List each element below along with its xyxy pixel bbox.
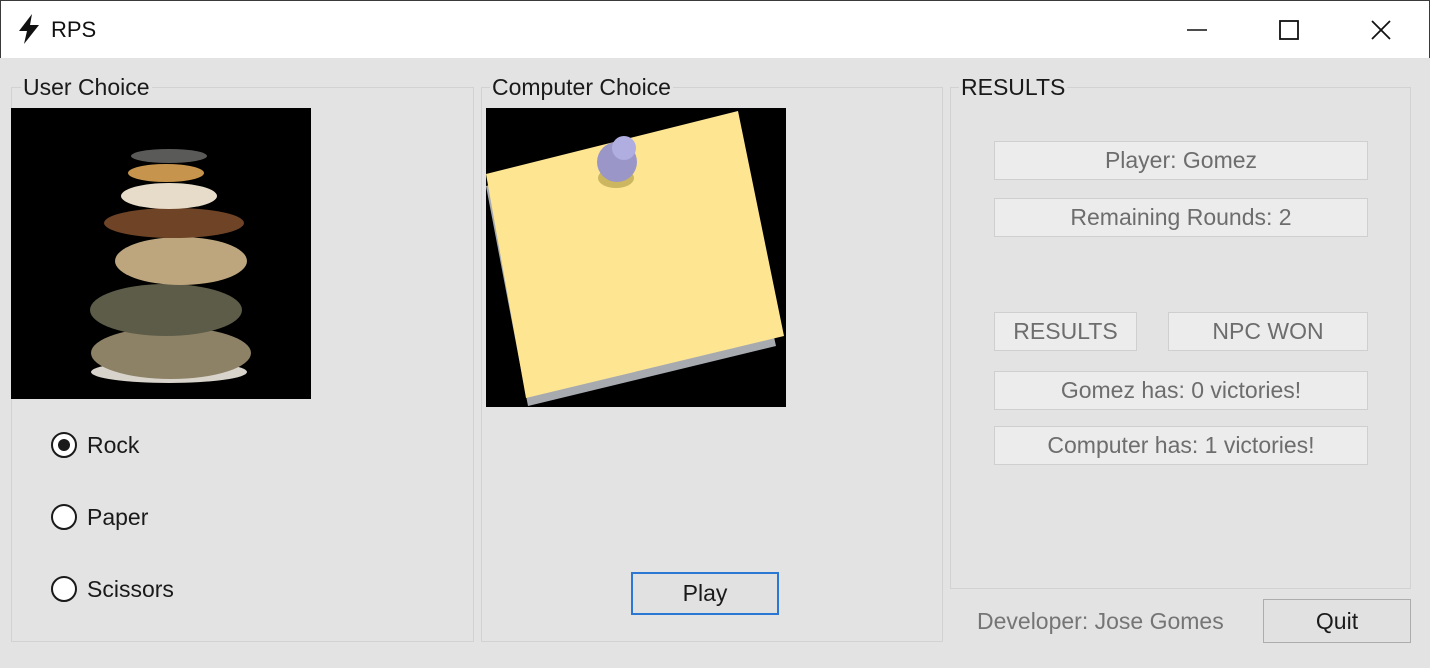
radio-scissors-label: Scissors: [87, 575, 174, 602]
maximize-button[interactable]: [1243, 1, 1335, 59]
window-title: RPS: [51, 17, 97, 42]
player-name-field: Player: Gomez: [994, 141, 1368, 180]
radio-rock-indicator[interactable]: [51, 432, 77, 458]
radio-scissors[interactable]: Scissors: [51, 572, 174, 606]
radio-rock[interactable]: Rock: [51, 428, 139, 462]
close-button[interactable]: [1335, 1, 1427, 59]
maximize-icon: [1279, 20, 1299, 40]
outcome-field: NPC WON: [1168, 312, 1368, 351]
computer-choice-label: Computer Choice: [490, 74, 673, 101]
minimize-button[interactable]: [1151, 1, 1243, 59]
user-choice-label: User Choice: [21, 74, 152, 101]
remaining-rounds-field: Remaining Rounds: 2: [994, 198, 1368, 237]
radio-paper[interactable]: Paper: [51, 500, 148, 534]
play-button[interactable]: Play: [631, 572, 779, 615]
results-group-label: RESULTS: [959, 74, 1068, 101]
player-victories-field: Gomez has: 0 victories!: [994, 371, 1368, 410]
developer-label: Developer: Jose Gomes: [977, 608, 1224, 634]
close-icon: [1371, 20, 1391, 40]
results-button: RESULTS: [994, 312, 1137, 351]
radio-rock-label: Rock: [87, 431, 140, 458]
paper-sticky-note-image: [486, 108, 786, 407]
minimize-icon: [1187, 29, 1207, 31]
lightning-icon: [19, 14, 39, 44]
quit-button[interactable]: Quit: [1263, 599, 1411, 643]
computer-choice-image: [486, 108, 786, 407]
radio-paper-label: Paper: [87, 503, 149, 530]
rock-stones-image: [11, 108, 311, 399]
computer-victories-field: Computer has: 1 victories!: [994, 426, 1368, 465]
title-bar: RPS: [0, 0, 1430, 58]
user-choice-image: [11, 108, 311, 399]
radio-paper-indicator[interactable]: [51, 504, 77, 530]
radio-scissors-indicator[interactable]: [51, 576, 77, 602]
